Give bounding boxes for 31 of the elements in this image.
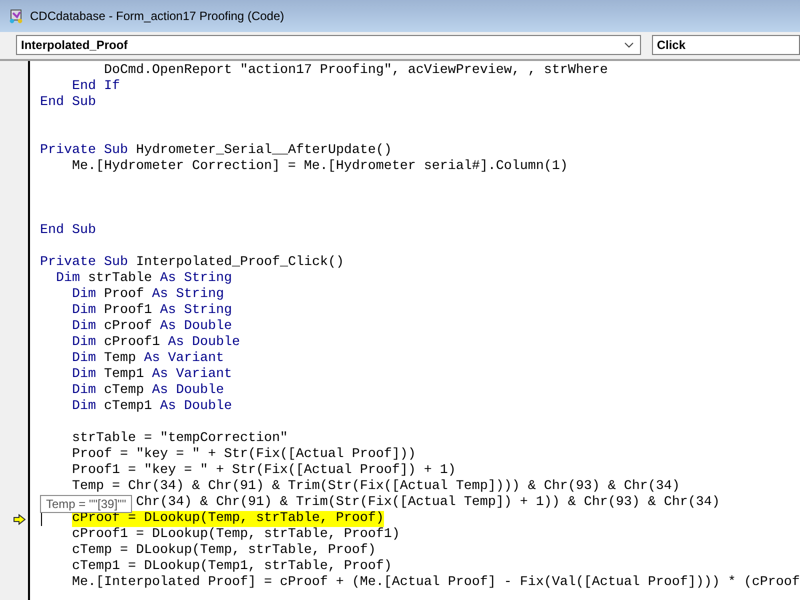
code-line: DoCmd.OpenReport "action17 Proofing", acViewPreview, , strWhere [104,63,608,79]
code-line: Private Sub Hydrometer_Serial__AfterUpdate() [40,143,392,159]
procedure-dropdown[interactable]: Click [652,35,800,55]
code-line: End If [72,79,120,95]
code-line: strTable = "tempCorrection" [72,431,288,447]
code-line: Me.[Hydrometer Correction] = Me.[Hydrometer serial#].Column(1) [72,159,568,175]
code-line: Temp = Chr(34) & Chr(91) & Trim(Str(Fix([Actual Temp]))) & Chr(93) & Chr(34) [72,479,680,495]
code-line: Dim Temp As Variant [72,351,224,367]
code-line: Me.[Interpolated Proof] = cProof + (Me.[Actual Proof] - Fix(Val([Actual Proof]))) * (cProof [72,575,800,591]
code-line: End Sub [40,95,96,111]
caret-icon [624,42,634,48]
code-line: Chr(34) & Chr(91) & Trim(Str(Fix([Actual Temp]) + 1)) & Chr(93) & Chr(34) [136,495,720,511]
code-line: Dim cTemp As Double [72,383,224,399]
value-tooltip: Temp = ""[39]"" [40,495,132,513]
code-line: cTemp = DLookup(Temp, strTable, Proof) [72,543,376,559]
code-line: Dim Proof As String [72,287,224,303]
window-title: CDCdatabase - Form_action17 Proofing (Code) [30,9,284,23]
app-icon [8,8,24,24]
code-line: Dim Temp1 As Variant [72,367,232,383]
code-line: Dim cProof As Double [72,319,232,335]
code-line: Private Sub Interpolated_Proof_Click() [40,255,344,271]
code-line: Dim Proof1 As String [72,303,232,319]
code-line: Proof = "key = " + Str(Fix([Actual Proof])) [72,447,416,463]
code-line: Proof1 = "key = " + Str(Fix([Actual Proof]) + 1) [72,463,456,479]
code-line: Dim strTable As String [56,271,232,287]
code-line: cProof1 = DLookup(Temp, strTable, Proof1) [72,527,400,543]
code-line: Dim cTemp1 As Double [72,399,232,415]
code-line: Dim cProof1 As Double [72,335,240,351]
code-line: cTemp1 = DLookup(Temp1, strTable, Proof) [72,559,392,575]
code-line: End Sub [40,223,96,239]
object-dropdown[interactable]: Interpolated_Proof [16,35,641,55]
